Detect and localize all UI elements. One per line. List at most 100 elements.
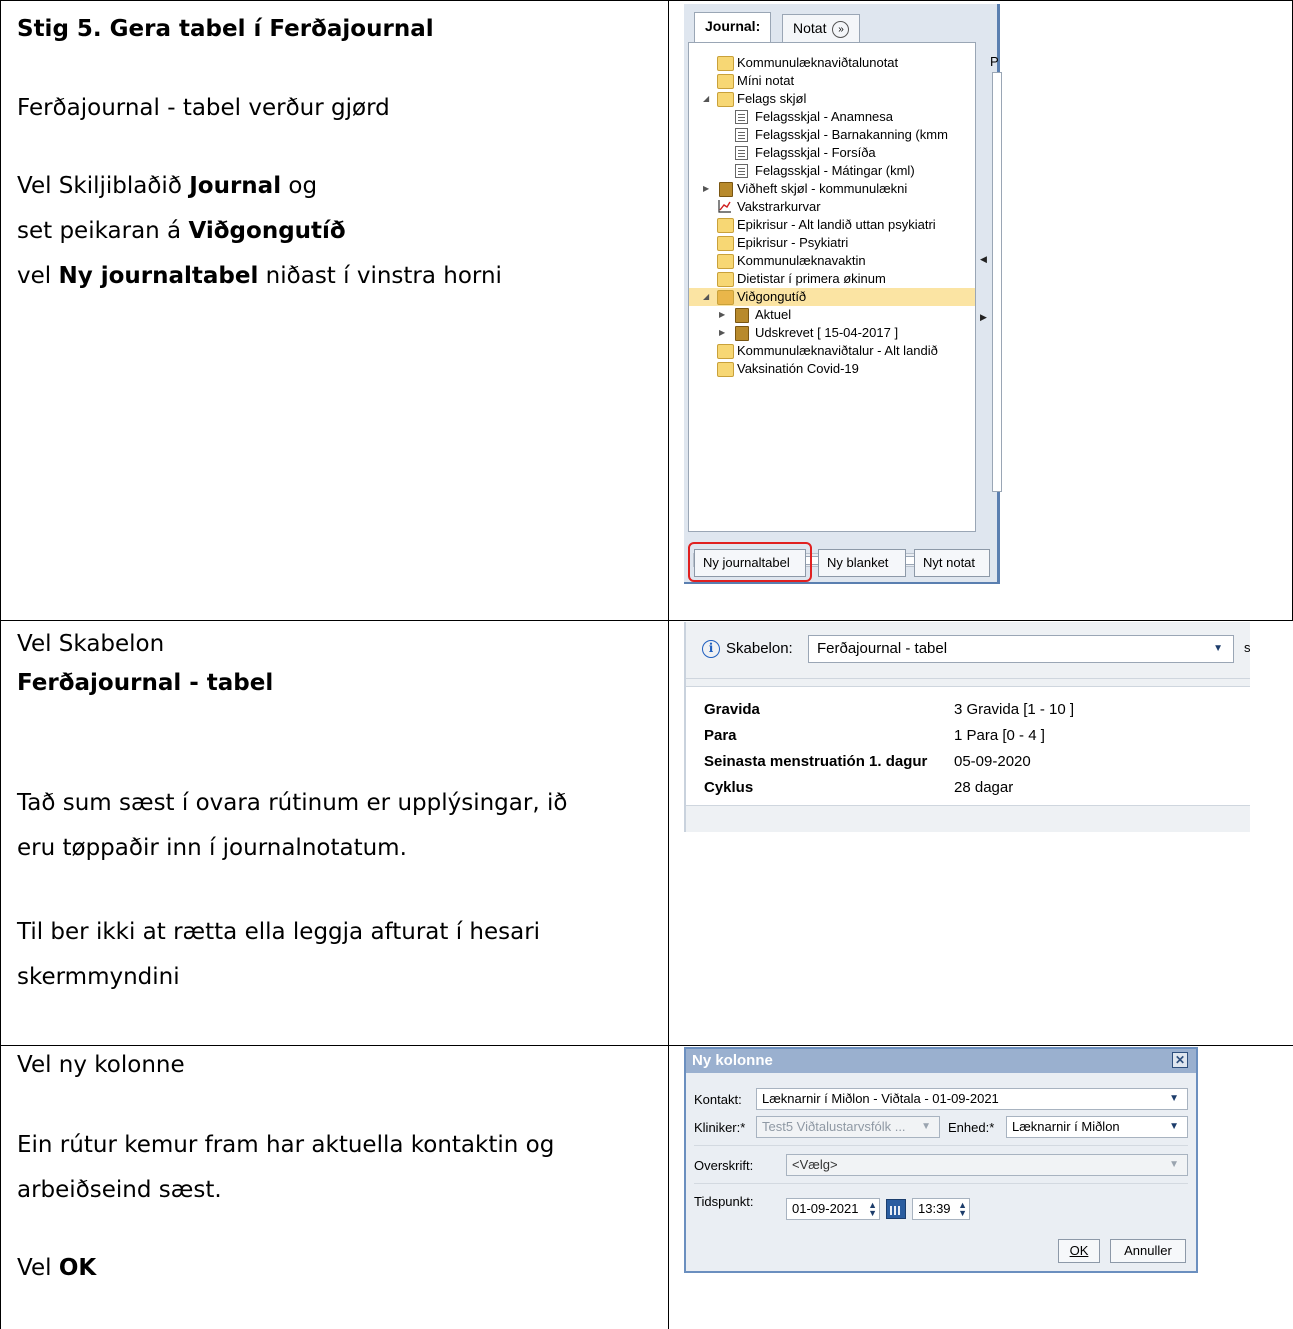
tree-item-label: Vaksinatión Covid-19	[737, 361, 859, 376]
tree-item[interactable]: ▶ Aktuel	[689, 306, 975, 324]
ny-journaltabel-button[interactable]: Ny journaltabel	[694, 549, 806, 577]
row-value: 05-09-2020	[954, 753, 1031, 770]
tree-item[interactable]: Felagsskjal - Mátingar (kml)	[689, 162, 975, 180]
chevron-down-icon[interactable]: ▼	[1169, 1117, 1179, 1137]
kontakt-select[interactable]: Læknarnir í Miðlon - Viðtala - 01-09-202…	[756, 1088, 1188, 1110]
tree-item-label: Dietistar í primera økinum	[737, 271, 886, 286]
date-stepper[interactable]: 01-09-2021 ▲ ▼	[786, 1198, 880, 1220]
date-value: 01-09-2021	[792, 1201, 859, 1216]
tree-item[interactable]: Vaksinatión Covid-19	[689, 360, 975, 378]
skabelon-panel: i Skabelon: Ferðajournal - tabel ▼ s Gra…	[684, 622, 1251, 832]
folder-icon	[717, 254, 734, 269]
time-stepper[interactable]: 13:39 ▲ ▼	[912, 1198, 970, 1220]
folder-icon	[717, 236, 734, 251]
instruction-line: skermmyndini	[17, 964, 180, 990]
tree-item[interactable]: Vakstrarkurvar	[689, 198, 975, 216]
dialog-title: Ny kolonne ✕	[686, 1049, 1196, 1073]
skabelon-select[interactable]: Ferðajournal - tabel ▼	[808, 635, 1234, 663]
expand-right-icon[interactable]: ▶	[980, 312, 987, 323]
kontakt-value: Læknarnir í Miðlon - Viðtala - 01-09-202…	[762, 1091, 999, 1106]
tree-item[interactable]: Epikrisur - Alt landið uttan psykiatri	[689, 216, 975, 234]
expand-right-icon[interactable]: ▶	[719, 306, 727, 324]
instruction-line: Vel Skiljiblaðið Journal og	[17, 173, 318, 199]
enhed-select[interactable]: Læknarnir í Miðlon ▼	[1006, 1116, 1188, 1138]
book-icon	[735, 308, 749, 323]
skabelon-selected-value: Ferðajournal - tabel	[817, 640, 948, 657]
collapse-left-icon[interactable]: ◀	[980, 254, 987, 265]
chart-icon	[718, 200, 731, 213]
tree-item-label: Epikrisur - Psykiatri	[737, 235, 849, 250]
row-value: 3 Gravida [1 - 10 ]	[954, 701, 1075, 718]
instruction-line: Ferðajournal - tabel verður gjørd	[17, 95, 390, 121]
table-border-row2	[0, 1045, 1293, 1046]
tab-journal[interactable]: Journal:	[694, 12, 772, 44]
ok-button-label: OK	[1069, 1243, 1089, 1258]
tree-item[interactable]: Felagsskjal - Anamnesa	[689, 108, 975, 126]
journal-tree: Kommunulæknaviðtalunotat Míni notat ◢ Fe…	[688, 42, 976, 567]
tidspunkt-label: Tidspunkt:	[694, 1194, 754, 1209]
instruction-line: Til ber ikki at rætta ella leggja aftura…	[17, 919, 541, 945]
pregnancy-folder-icon	[717, 290, 734, 305]
tab-notat[interactable]: Notat »	[782, 14, 861, 42]
tree-item-label: Viðheft skjøl - kommunulækni	[737, 181, 908, 196]
tree-item-label: Viðgongutíð	[737, 289, 807, 304]
book-icon	[735, 326, 749, 341]
tree-item[interactable]: Kommunulæknaviðtalunotat	[689, 54, 975, 72]
folder-icon	[717, 92, 734, 107]
row-value: 1 Para [0 - 4 ]	[954, 727, 1045, 744]
tree-item[interactable]: Kommunulæknaviðtalur - Alt landið	[689, 342, 975, 360]
chevron-down-icon[interactable]: ▼	[1213, 636, 1223, 662]
nyt-notat-button[interactable]: Nyt notat	[914, 549, 990, 577]
tree-item-label: Aktuel	[755, 307, 792, 322]
chevron-down-icon[interactable]: ▼	[1169, 1155, 1179, 1175]
instruction-line: vel Ny journaltabel niðast í vinstra hor…	[17, 263, 502, 289]
tree-item-label: Kommunulæknaviðtalur - Alt landið	[737, 343, 938, 358]
tree-item[interactable]: Dietistar í primera økinum	[689, 270, 975, 288]
tree-item[interactable]: ▶ Viðheft skjøl - kommunulækni	[689, 180, 975, 198]
row-value: 28 dagar	[954, 779, 1014, 796]
instruction-line: Ferðajournal - tabel	[17, 670, 274, 696]
folder-icon	[717, 218, 734, 233]
tree-item[interactable]: Epikrisur - Psykiatri	[689, 234, 975, 252]
folder-icon	[717, 272, 734, 287]
tree-item[interactable]: Míni notat	[689, 72, 975, 90]
ny-blanket-button[interactable]: Ny blanket	[818, 549, 906, 577]
row-key: Cyklus	[704, 779, 754, 796]
expand-down-icon[interactable]: ◢	[703, 288, 711, 306]
time-value: 13:39	[918, 1201, 951, 1216]
side-panel-letter: P	[990, 54, 999, 69]
tree-item[interactable]: Felagsskjal - Forsíða	[689, 144, 975, 162]
tree-item-label: Míni notat	[737, 73, 795, 88]
divider	[686, 678, 1250, 679]
table-border-left	[0, 0, 1, 1329]
tree-item[interactable]: ◢ Felags skjøl	[689, 90, 975, 108]
annuller-button[interactable]: Annuller	[1110, 1239, 1186, 1263]
chevron-down-icon[interactable]: ▼	[1169, 1089, 1179, 1109]
info-icon[interactable]: i	[702, 640, 720, 658]
document-icon	[735, 128, 748, 142]
tree-item-selected[interactable]: ◢ Viðgongutíð	[689, 288, 975, 306]
close-icon[interactable]: ✕	[1172, 1052, 1188, 1068]
divider	[694, 1145, 1188, 1146]
tree-item-label: Kommunulæknavaktin	[737, 253, 866, 268]
expand-down-icon[interactable]: ◢	[703, 90, 711, 108]
chevron-right-icon[interactable]: »	[832, 20, 850, 38]
kliniker-select: Test5 Viðtalustarvsfólk ... ▼	[756, 1116, 940, 1138]
overskrift-value: <Vælg>	[792, 1157, 838, 1172]
table-border-row1	[0, 620, 1293, 621]
expand-right-icon[interactable]: ▶	[719, 324, 727, 342]
tree-item[interactable]: Felagsskjal - Barnakanning (kmm	[689, 126, 975, 144]
calendar-icon[interactable]	[886, 1199, 906, 1219]
journal-tabbar: Journal: Notat »	[688, 8, 1000, 44]
row-key: Seinasta menstruatión 1. dagur	[704, 753, 928, 770]
instruction-line: Vel ny kolonne	[17, 1052, 185, 1078]
table-border-top	[0, 0, 1293, 1]
spin-updown-icon[interactable]: ▲ ▼	[958, 1201, 967, 1218]
overskrift-select[interactable]: <Vælg> ▼	[786, 1154, 1188, 1176]
ok-button[interactable]: OK	[1058, 1239, 1100, 1263]
folder-icon	[717, 344, 734, 359]
spin-updown-icon[interactable]: ▲ ▼	[868, 1201, 877, 1218]
tree-item[interactable]: ▶ Udskrevet [ 15-04-2017 ]	[689, 324, 975, 342]
tree-item[interactable]: Kommunulæknavaktin	[689, 252, 975, 270]
expand-right-icon[interactable]: ▶	[703, 180, 711, 198]
